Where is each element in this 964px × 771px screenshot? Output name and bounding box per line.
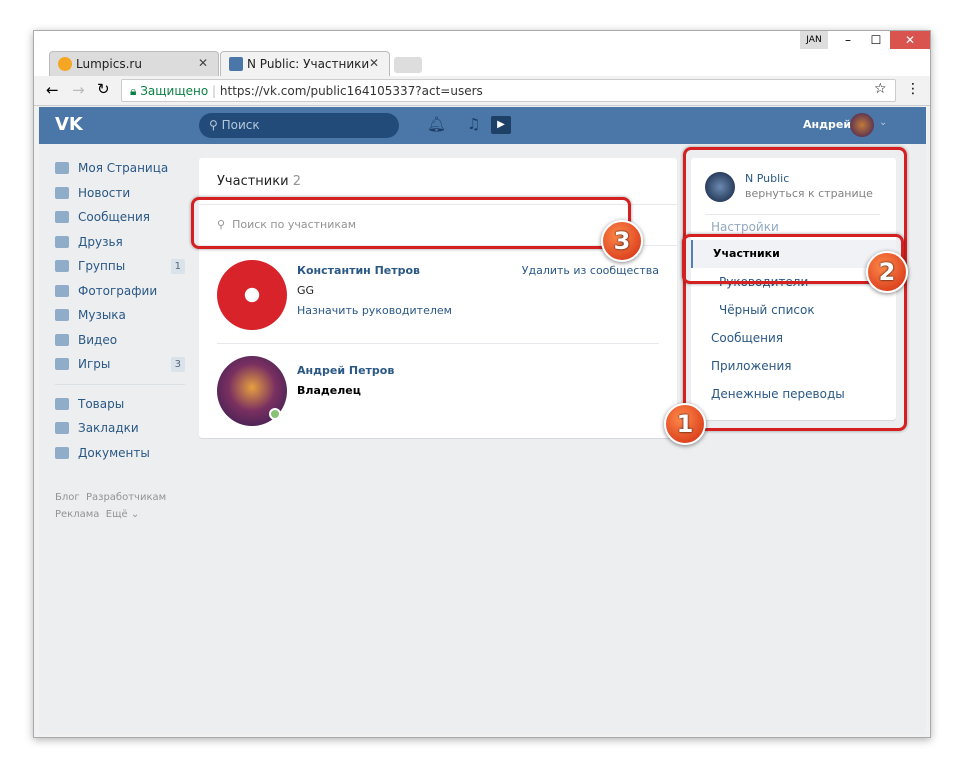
vk-favicon <box>229 57 243 71</box>
user-avatar[interactable] <box>850 113 874 137</box>
sidebar-item[interactable]: Товары <box>55 392 185 417</box>
members-title: Участники 2 <box>217 174 301 189</box>
minimize-button[interactable]: – <box>834 31 862 49</box>
close-window-button[interactable]: ✕ <box>890 31 930 49</box>
sidebar-label: Закладки <box>78 421 139 436</box>
member-row: Константин Петров GG Назначить руководит… <box>217 260 659 344</box>
close-tab-icon[interactable]: ✕ <box>369 56 379 70</box>
sidebar-item[interactable]: Группы 1 <box>55 254 185 279</box>
count-badge: 1 <box>170 258 185 274</box>
lumpics-favicon <box>58 57 72 71</box>
left-sidebar: Моя Страница Новости Сообщения Друзья Гр… <box>55 156 185 523</box>
member-row: Андрей Петров Владелец <box>217 356 659 428</box>
annotation-box-1 <box>683 147 907 431</box>
sidebar-label: Новости <box>78 185 131 200</box>
footer-link[interactable]: Реклама <box>55 509 99 520</box>
user-name[interactable]: Андрей <box>803 118 851 131</box>
new-tab-button[interactable] <box>394 57 422 73</box>
member-name[interactable]: Андрей Петров <box>297 364 394 377</box>
sidebar-label: Фотографии <box>78 283 158 298</box>
bag-icon <box>55 397 69 410</box>
music-icon[interactable]: ♫ <box>467 115 480 133</box>
music-icon <box>55 309 69 322</box>
sidebar-label: Музыка <box>78 308 126 323</box>
footer-link[interactable]: Разработчикам <box>86 492 166 503</box>
sidebar-label: Сообщения <box>78 210 151 225</box>
annotation-number-3: 3 <box>601 220 643 262</box>
count-badge: 3 <box>170 356 185 372</box>
sidebar-item[interactable]: Сообщения <box>55 205 185 230</box>
vk-header: VK ⚲ Поиск 🔔︎ ♫ ▶ Андрей ⌄ <box>39 107 926 144</box>
sidebar-item[interactable]: Музыка <box>55 303 185 328</box>
vk-logo[interactable]: VK <box>55 114 83 135</box>
member-avatar[interactable] <box>217 260 287 330</box>
remove-member-link[interactable]: Удалить из сообщества <box>522 264 659 277</box>
reload-icon[interactable]: ↻ <box>97 80 110 98</box>
divider <box>55 383 185 385</box>
sidebar-label: Друзья <box>78 234 123 249</box>
make-manager-link[interactable]: Назначить руководителем <box>297 304 452 317</box>
search-icon: ⚲ <box>209 118 222 132</box>
address-bar: ← → ↻ 🔒︎ Защищено | https://vk.com/publi… <box>34 76 930 106</box>
url-input[interactable]: 🔒︎ Защищено | https://vk.com/public16410… <box>121 79 896 102</box>
tab-lumpics[interactable]: Lumpics.ru ✕ <box>49 51 219 76</box>
sidebar-label: Моя Страница <box>78 161 169 176</box>
back-icon[interactable]: ← <box>46 81 59 99</box>
search-placeholder: Поиск <box>221 118 260 132</box>
bookmark-star-icon[interactable]: ☆ <box>874 81 887 97</box>
user-badge: JAN <box>800 31 828 49</box>
sidebar-item[interactable]: Видео <box>55 328 185 353</box>
sidebar-label: Товары <box>78 396 125 411</box>
messages-icon <box>55 211 69 224</box>
menu-icon[interactable]: ⋮ <box>906 81 920 97</box>
secure-label: Защищено <box>140 84 209 98</box>
star-icon <box>55 422 69 435</box>
sidebar-item[interactable]: Закладки <box>55 416 185 441</box>
maximize-button[interactable]: ☐ <box>862 31 890 49</box>
sidebar-item[interactable]: Моя Страница <box>55 156 185 181</box>
tab-title: N Public: Участники <box>247 57 370 71</box>
sidebar-item[interactable]: Новости <box>55 181 185 206</box>
close-tab-icon[interactable]: ✕ <box>198 56 208 70</box>
play-icon[interactable]: ▶ <box>491 116 511 134</box>
tab-vk[interactable]: N Public: Участники ✕ <box>220 51 390 76</box>
sidebar-label: Группы <box>78 259 126 274</box>
sidebar-label: Документы <box>78 445 150 460</box>
annotation-number-1: 1 <box>664 403 706 445</box>
online-indicator <box>269 408 281 420</box>
member-name[interactable]: Константин Петров <box>297 264 420 277</box>
sidebar-label: Игры <box>78 357 111 372</box>
footer-link[interactable]: Блог <box>55 492 80 503</box>
sidebar-item[interactable]: Друзья <box>55 230 185 255</box>
member-subtitle: GG <box>297 284 315 297</box>
sidebar-item[interactable]: Документы <box>55 441 185 466</box>
groups-icon <box>55 260 69 273</box>
friends-icon <box>55 235 69 248</box>
sidebar-label: Видео <box>78 332 118 347</box>
forward-icon[interactable]: → <box>72 81 85 99</box>
bell-icon[interactable]: 🔔︎ <box>427 115 446 133</box>
tab-bar: Lumpics.ru ✕ N Public: Участники ✕ JAN – ☐ ✕ <box>34 31 930 76</box>
members-count: 2 <box>292 174 301 189</box>
chevron-down-icon[interactable]: ⌄ <box>879 117 887 128</box>
camera-icon <box>55 284 69 297</box>
tab-title: Lumpics.ru <box>76 57 142 71</box>
home-icon <box>55 162 69 175</box>
lock-icon: 🔒︎ <box>130 84 141 98</box>
header-search[interactable]: ⚲ Поиск <box>199 113 399 138</box>
annotation-box-3 <box>191 197 631 249</box>
url-text: https://vk.com/public164105337?act=users <box>219 84 483 98</box>
video-icon <box>55 333 69 346</box>
title-text: Участники <box>217 174 289 189</box>
footer-link[interactable]: Ещё ⌄ <box>106 509 139 520</box>
gamepad-icon <box>55 358 69 371</box>
annotation-number-2: 2 <box>866 251 908 293</box>
sidebar-item[interactable]: Фотографии <box>55 279 185 304</box>
document-icon <box>55 446 69 459</box>
sidebar-item[interactable]: Игры 3 <box>55 352 185 377</box>
news-icon <box>55 186 69 199</box>
sidebar-footer: Блог Разработчикам Реклама Ещё ⌄ <box>55 489 185 523</box>
member-role: Владелец <box>297 384 361 397</box>
